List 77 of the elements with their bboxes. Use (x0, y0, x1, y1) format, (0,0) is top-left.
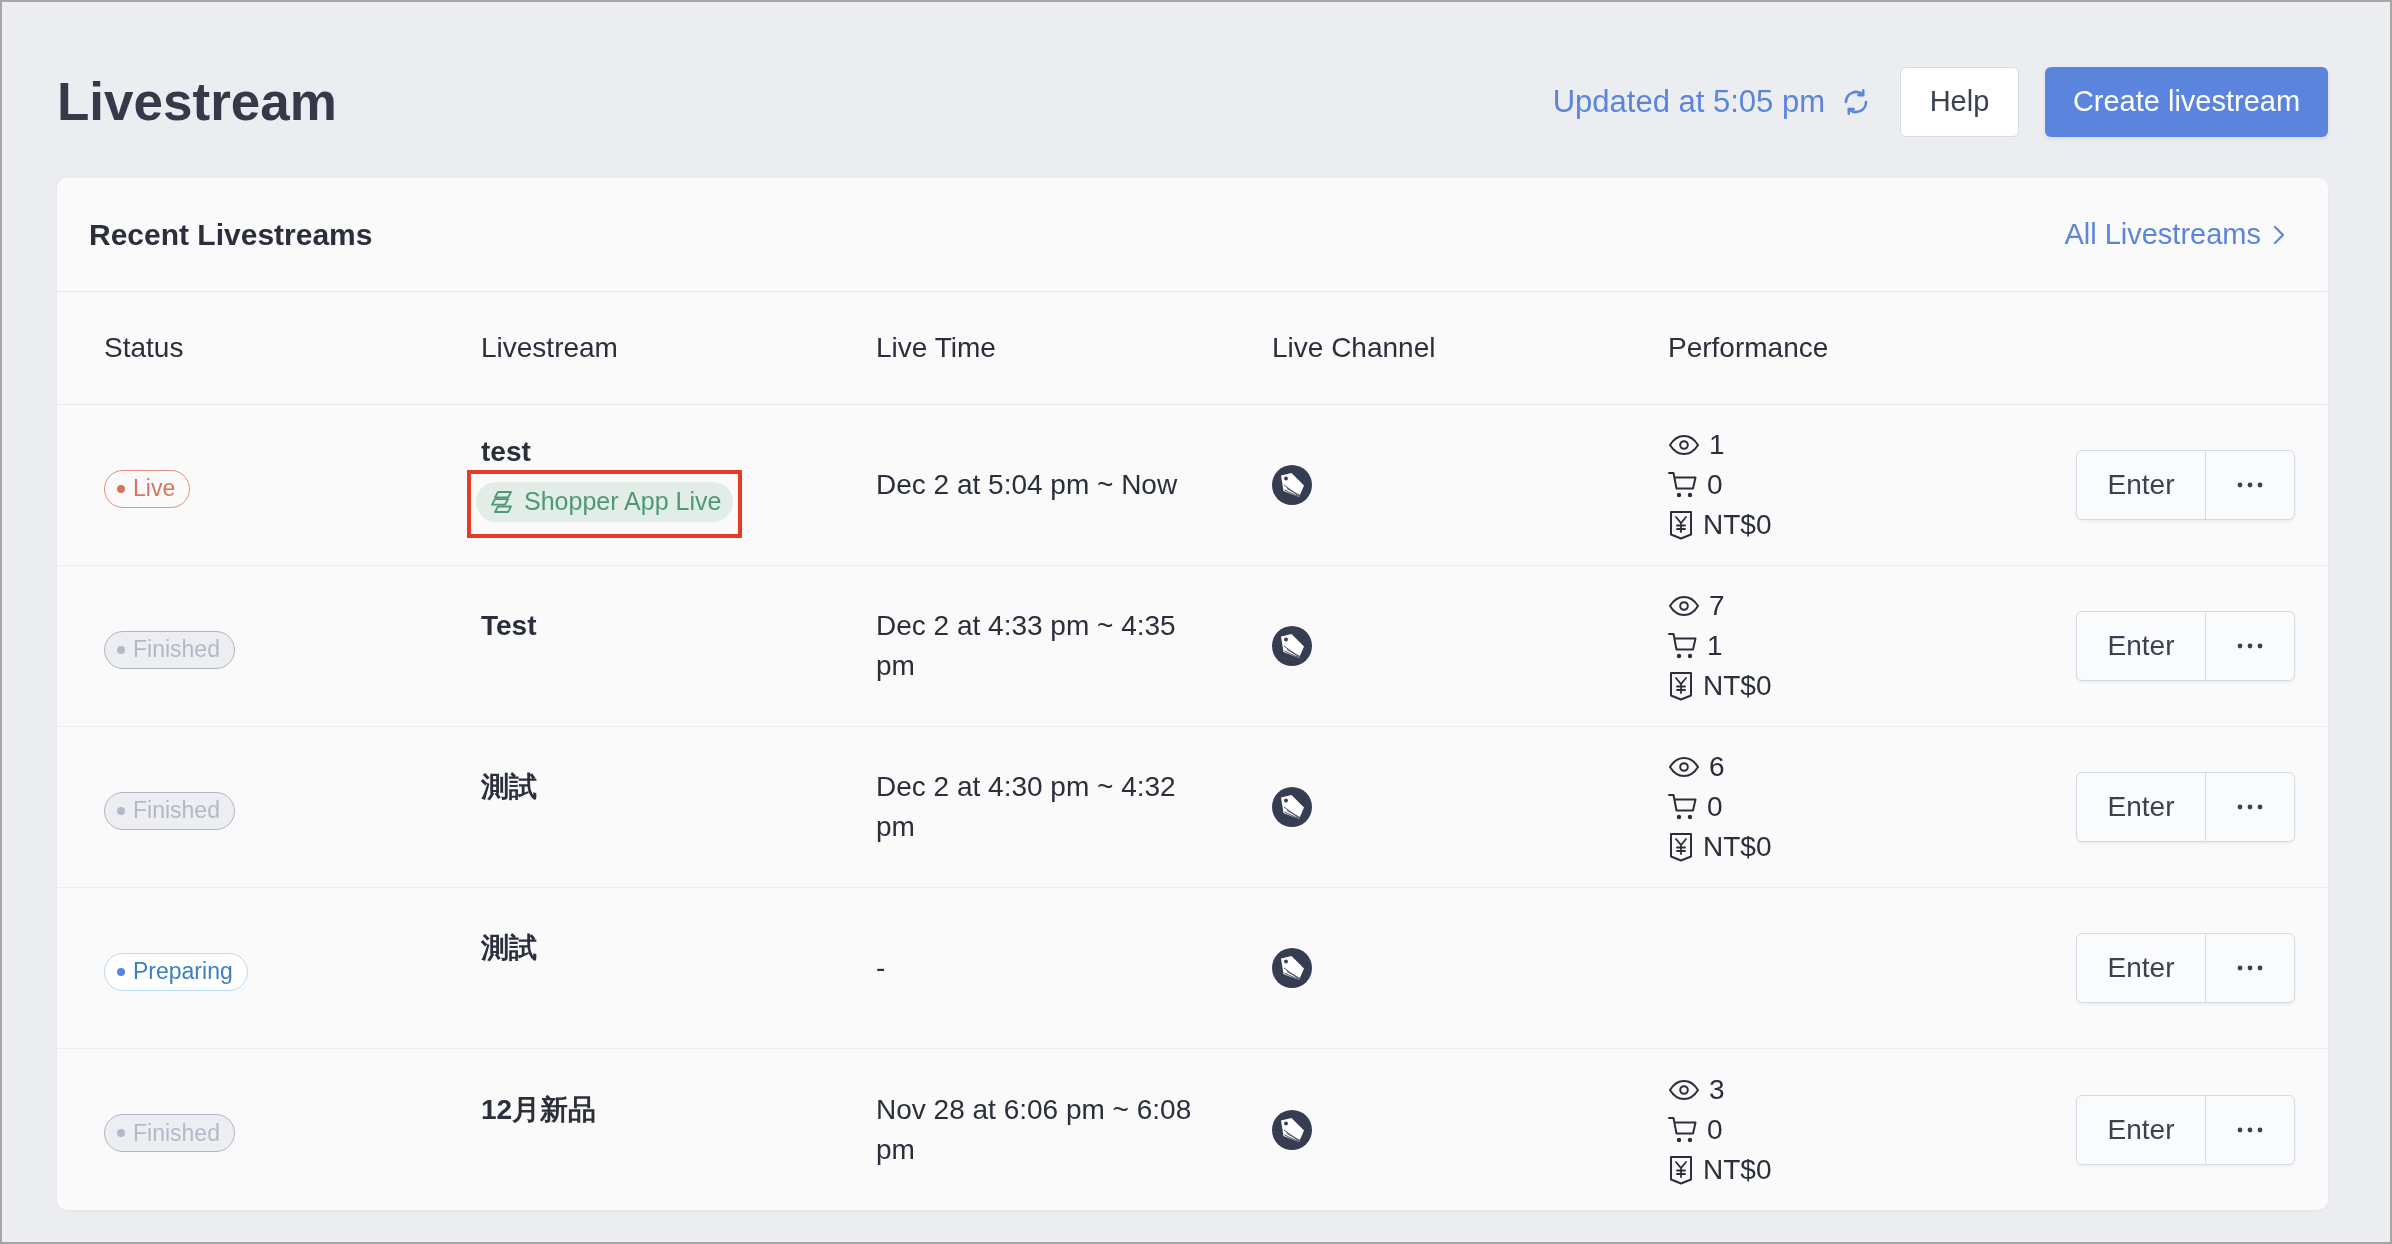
revenue-amount: NT$0 (1703, 830, 1772, 864)
status-dot-icon (117, 484, 125, 493)
livestream-name: 12月新品 (481, 1092, 597, 1127)
eye-icon (1668, 433, 1700, 457)
cart-icon (1668, 1115, 1698, 1144)
eye-icon (1668, 755, 1700, 779)
live-time-text: Dec 2 at 5:04 pm ~ Now (876, 468, 1178, 502)
enter-button[interactable]: Enter (2076, 772, 2206, 842)
livestream-name: test (481, 435, 531, 469)
yen-icon (1668, 1154, 1694, 1185)
page-title: Livestream (57, 71, 337, 134)
cart-icon (1668, 793, 1698, 821)
livestream-name: 測試 (481, 770, 537, 804)
more-button[interactable] (2205, 1094, 2295, 1165)
card-title: Recent Livestreams (89, 217, 373, 253)
yen-icon (1668, 510, 1694, 540)
column-header: Status (104, 331, 184, 365)
order-count: 0 (1707, 790, 1723, 824)
order-count: 0 (1707, 1112, 1723, 1147)
yen-icon (1668, 671, 1694, 701)
view-count: 3 (1709, 1072, 1725, 1107)
create-livestream-button[interactable]: Create livestream (2045, 67, 2328, 137)
view-count: 1 (1709, 428, 1725, 462)
layers-icon (490, 490, 514, 514)
more-icon (2237, 643, 2263, 649)
more-button[interactable] (2205, 611, 2295, 681)
tag-label: Shopper App Live (524, 486, 722, 518)
updated-time-text: Updated at 5:05 pm (1552, 82, 1825, 121)
yen-icon (1668, 832, 1694, 862)
column-header: Livestream (481, 331, 618, 365)
view-count: 6 (1709, 750, 1725, 784)
column-header: Performance (1668, 331, 1829, 365)
more-icon (2237, 1126, 2263, 1133)
enter-button[interactable]: Enter (2076, 611, 2206, 681)
status-dot-icon (117, 1129, 125, 1137)
eye-icon (1668, 594, 1700, 618)
status-label: Finished (133, 799, 220, 822)
revenue-amount: NT$0 (1703, 508, 1772, 542)
cart-icon (1668, 632, 1698, 660)
chevron-right-icon (2273, 224, 2285, 245)
enter-button[interactable]: Enter (2076, 1094, 2206, 1165)
status-dot-icon (117, 806, 125, 815)
more-icon (2237, 965, 2263, 971)
more-icon (2237, 804, 2263, 810)
price-tag-icon (1272, 948, 1312, 988)
more-button[interactable] (2205, 772, 2295, 842)
more-button[interactable] (2205, 933, 2295, 1003)
livestream-name: 測試 (481, 931, 537, 965)
column-header: Live Channel (1272, 331, 1436, 365)
help-button[interactable]: Help (1900, 67, 2019, 137)
status-dot-icon (117, 967, 125, 976)
price-tag-icon (1272, 465, 1312, 505)
view-count: 7 (1709, 589, 1725, 623)
price-tag-icon (1272, 626, 1312, 666)
live-time-text: Nov 28 at 6:06 pm ~ 6:08 pm (876, 1092, 1193, 1167)
status-label: Preparing (133, 960, 233, 983)
more-icon (2237, 482, 2263, 488)
status-label: Finished (133, 1121, 220, 1145)
livestream-name: Test (481, 609, 537, 643)
enter-button[interactable]: Enter (2076, 450, 2206, 520)
order-count: 0 (1707, 468, 1723, 502)
price-tag-icon (1272, 1109, 1312, 1150)
status-label: Finished (133, 638, 220, 661)
more-button[interactable] (2205, 450, 2295, 520)
eye-icon (1668, 1077, 1700, 1102)
status-label: Live (133, 477, 176, 500)
revenue-amount: NT$0 (1703, 1152, 1772, 1187)
live-time-text: Dec 2 at 4:33 pm ~ 4:35 pm (876, 609, 1177, 683)
order-count: 1 (1707, 629, 1723, 663)
revenue-amount: NT$0 (1703, 669, 1772, 703)
price-tag-icon (1272, 787, 1312, 827)
cart-icon (1668, 471, 1698, 499)
enter-button[interactable]: Enter (2076, 933, 2206, 1003)
live-time-text: - (876, 951, 886, 985)
status-dot-icon (117, 645, 125, 654)
column-header: Live Time (876, 331, 996, 365)
live-time-text: Dec 2 at 4:30 pm ~ 4:32 pm (876, 770, 1177, 844)
